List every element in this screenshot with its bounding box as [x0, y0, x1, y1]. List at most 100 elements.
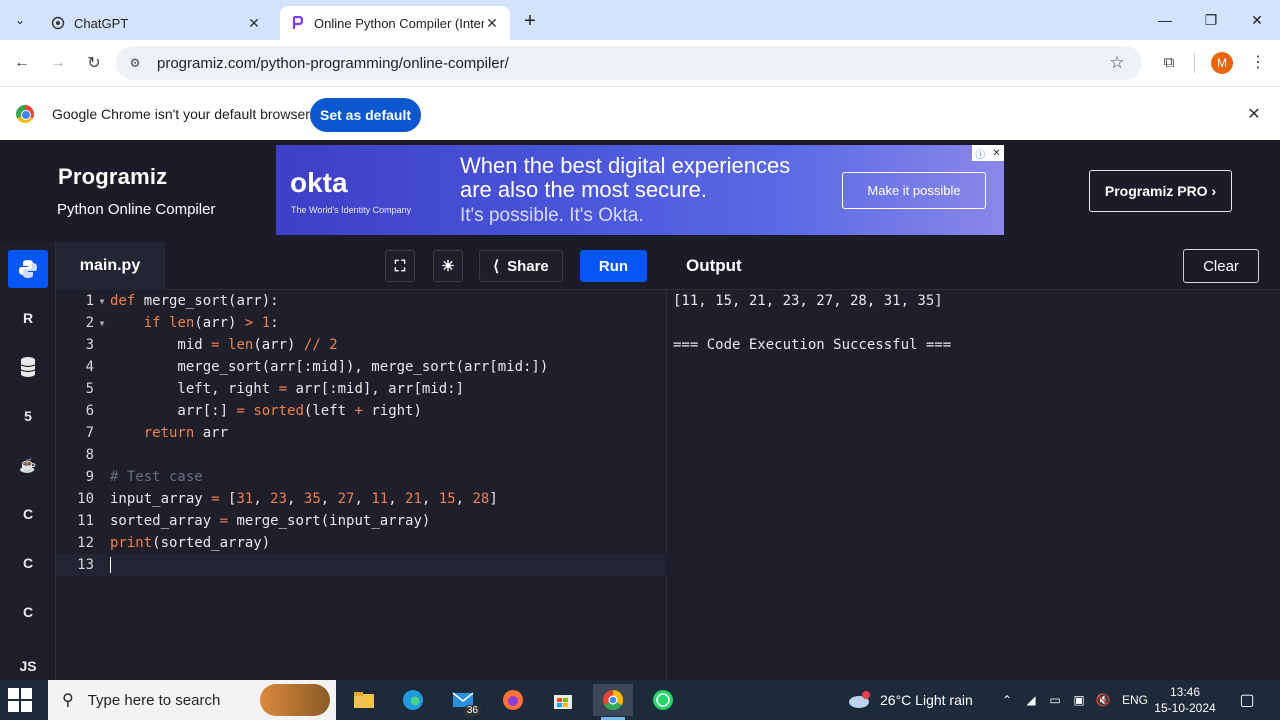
line-number: 11 — [77, 513, 94, 529]
fold-arrow-icon[interactable]: ▼ — [94, 319, 110, 328]
programiz-icon — [290, 15, 306, 31]
programiz-pro-button[interactable]: Programiz PRO › — [1089, 170, 1232, 212]
close-tab-icon[interactable]: ✕ — [246, 15, 262, 31]
clear-button[interactable]: Clear — [1183, 249, 1259, 283]
code-editor[interactable]: 1 ▼ def merge_sort(arr): 2 ▼ if len(arr) >… — [56, 290, 667, 680]
file-tab-main-py[interactable]: main.py — [56, 242, 165, 290]
line-number: 9 — [85, 469, 94, 485]
close-tab-icon[interactable]: ✕ — [484, 15, 500, 31]
clock-date: 15-10-2024 — [1154, 701, 1216, 715]
display-icon[interactable]: ▭ — [1046, 692, 1064, 708]
line-number: 4 — [85, 359, 94, 375]
code-line: 4 merge_sort(arr[:mid]), merge_sort(arr[… — [56, 356, 667, 378]
output-header: Output Clear — [668, 242, 1280, 290]
code-line: 12 print(sorted_array) — [56, 532, 667, 554]
site-info-icon[interactable]: ⚙ — [126, 54, 144, 72]
theme-toggle-icon[interactable]: ☀ — [433, 250, 463, 282]
file-explorer-icon[interactable] — [344, 684, 384, 716]
output-line: === Code Execution Successful === — [673, 337, 952, 353]
code-line: 6 arr[:] = sorted(left + right) — [56, 400, 667, 422]
cpp-language-icon[interactable]: C — [8, 544, 48, 582]
java-icon[interactable]: ☕ — [8, 446, 48, 484]
output-console[interactable]: [11, 15, 21, 23, 27, 28, 31, 35] === Cod… — [668, 290, 1280, 680]
code-line: 3 mid = len(arr) // 2 — [56, 334, 667, 356]
output-title: Output — [686, 256, 742, 275]
clock-time: 13:46 — [1169, 685, 1201, 699]
run-button[interactable]: Run — [580, 250, 647, 282]
language-sidebar: R 5 ☕ C C C JS — [0, 242, 56, 680]
windows-start-icon[interactable] — [8, 688, 32, 712]
network-icon[interactable]: ◢ — [1022, 692, 1040, 708]
sql-database-icon[interactable] — [8, 348, 48, 386]
infobar-message: Google Chrome isn't your default browser — [52, 106, 310, 122]
forward-icon[interactable]: → — [44, 49, 72, 77]
share-label: Share — [507, 257, 549, 275]
okta-ad-banner[interactable]: okta The World's Identity Company When t… — [276, 145, 1004, 235]
programiz-header: Programiz Python Online Compiler okta Th… — [0, 140, 1280, 242]
chrome-menu-icon[interactable]: ⋮ — [1248, 51, 1268, 73]
tab-title: ChatGPT — [74, 15, 129, 31]
line-number: 10 — [77, 491, 94, 507]
whatsapp-icon[interactable] — [643, 684, 683, 716]
firefox-icon[interactable] — [493, 684, 533, 716]
fullscreen-icon[interactable]: ⛶ — [385, 250, 415, 282]
window-close-icon[interactable]: ✕ — [1234, 0, 1280, 40]
close-infobar-icon[interactable]: ✕ — [1244, 104, 1264, 124]
restore-icon[interactable]: ❐ — [1188, 0, 1234, 40]
show-hidden-icons-icon[interactable]: ⌃ — [998, 692, 1016, 708]
windows-taskbar: ⚲ Type here to search 36 26°C Light rain… — [0, 680, 1280, 720]
adchoices-icon[interactable]: ⓘ ✕ — [972, 145, 1004, 161]
code-line: 9 # Test case — [56, 466, 667, 488]
code-line: 2 ▼ if len(arr) > 1: — [56, 312, 667, 334]
c-language-icon[interactable]: C — [8, 495, 48, 533]
tab-chatgpt[interactable]: ChatGPT ✕ — [40, 6, 272, 40]
python-icon[interactable] — [8, 250, 48, 288]
programiz-logo[interactable]: Programiz — [58, 164, 167, 190]
address-bar[interactable]: ⚙ programiz.com/python-programming/onlin… — [116, 46, 1142, 80]
system-clock[interactable]: 13:46 15-10-2024 — [1150, 684, 1220, 716]
ad-brand: okta — [290, 167, 348, 198]
url-text[interactable]: programiz.com/python-programming/online-… — [157, 55, 509, 72]
ad-cta-button[interactable]: Make it possible — [842, 172, 986, 209]
weather-text[interactable]: 26°C Light rain — [880, 680, 973, 720]
browser-toolbar: ← → ↻ ⚙ programiz.com/python-programming… — [0, 40, 1280, 86]
new-tab-icon[interactable]: + — [518, 9, 542, 33]
speaker-muted-icon[interactable]: 🔇 — [1094, 692, 1112, 708]
notification-center-icon[interactable]: ▢ — [1236, 690, 1258, 710]
tab-programiz[interactable]: Online Python Compiler (Interp ✕ — [280, 6, 510, 40]
bookmark-star-icon[interactable]: ☆ — [1106, 52, 1128, 74]
minimize-icon[interactable]: — — [1142, 0, 1188, 40]
html5-icon[interactable]: 5 — [8, 397, 48, 435]
code-line: 11 sorted_array = merge_sort(input_array… — [56, 510, 667, 532]
line-number: 2 — [85, 315, 94, 331]
search-highlight-image — [260, 684, 330, 716]
input-language[interactable]: ENG — [1122, 680, 1148, 720]
microsoft-store-icon[interactable] — [543, 684, 583, 716]
ad-tagline: It's possible. It's Okta. — [460, 205, 644, 226]
r-language-icon[interactable]: R — [8, 299, 48, 337]
mail-icon[interactable]: 36 — [443, 684, 483, 716]
tab-strip: ⌄ ChatGPT ✕ Online Python Compiler (Inte… — [0, 0, 1280, 40]
battery-icon[interactable]: ▣ — [1070, 692, 1088, 708]
share-button[interactable]: ⟨ Share — [479, 250, 563, 282]
tab-search-icon[interactable]: ⌄ — [8, 8, 32, 32]
editor-toolbar: main.py ⛶ ☀ ⟨ Share Run — [56, 242, 667, 290]
line-number: 8 — [85, 447, 94, 463]
csharp-language-icon[interactable]: C — [8, 593, 48, 631]
code-line: 8 — [56, 444, 667, 466]
taskbar-search-box[interactable]: ⚲ Type here to search — [48, 680, 336, 720]
code-line: 1 ▼ def merge_sort(arr): — [56, 290, 667, 312]
extensions-icon[interactable]: ⧉ — [1158, 51, 1180, 73]
set-as-default-button[interactable]: Set as default — [310, 98, 421, 132]
edge-browser-icon[interactable] — [393, 684, 433, 716]
line-number: 6 — [85, 403, 94, 419]
page-title: Python Online Compiler — [57, 201, 216, 218]
chrome-taskbar-icon[interactable] — [593, 684, 633, 720]
weather-cloud-icon[interactable] — [848, 690, 870, 710]
profile-avatar[interactable]: M — [1211, 52, 1233, 74]
reload-icon[interactable]: ↻ — [80, 49, 108, 77]
line-number: 5 — [85, 381, 94, 397]
fold-arrow-icon[interactable]: ▼ — [94, 297, 110, 306]
back-icon[interactable]: ← — [8, 49, 36, 77]
mail-count-badge: 36 — [463, 705, 481, 716]
